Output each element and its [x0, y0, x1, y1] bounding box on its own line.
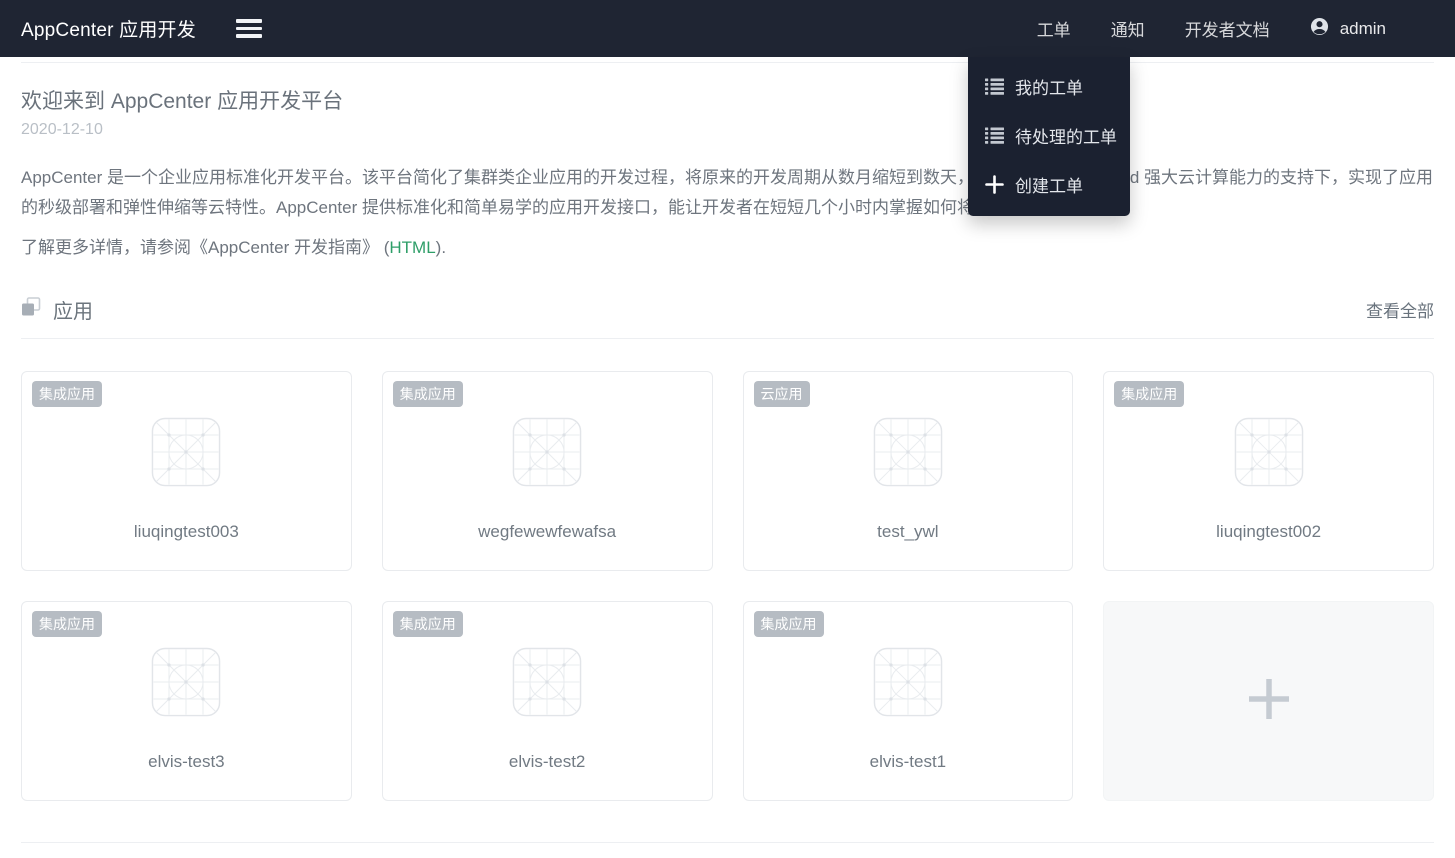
- brand-title[interactable]: AppCenter 应用开发: [21, 15, 196, 42]
- app-name: elvis-test2: [508, 752, 586, 771]
- navbar-right: 工单 通知 开发者文档 admin: [1037, 16, 1386, 41]
- bottom-divider: [21, 842, 1434, 843]
- dropdown-item-label: 创建工单: [1015, 177, 1083, 196]
- app-card[interactable]: 集成应用 elvis-test3: [21, 601, 352, 801]
- apps-section-header: 应用 查看全部: [21, 295, 1434, 324]
- welcome-paragraph: AppCenter 是一个企业应用标准化开发平台。该平台简化了集群类企业应用的开…: [21, 168, 1434, 217]
- app-placeholder-icon: [512, 417, 582, 492]
- user-menu[interactable]: admin: [1310, 17, 1386, 41]
- app-card[interactable]: 集成应用 elvis-test2: [381, 601, 713, 801]
- add-plus-icon: [1248, 678, 1290, 725]
- app-name: elvis-test3: [148, 752, 225, 771]
- app-name: liuqingtest002: [1216, 522, 1322, 541]
- app-placeholder-icon: [1234, 417, 1304, 492]
- nav-item-notifications[interactable]: 通知: [1111, 16, 1145, 41]
- user-circle-icon: [1310, 17, 1329, 41]
- app-type-badge: 集成应用: [32, 611, 102, 637]
- navbar: AppCenter 应用开发 工单 通知 开发者文档 admin: [0, 0, 1455, 57]
- dropdown-item-label: 我的工单: [1015, 79, 1083, 98]
- app-card[interactable]: 集成应用 wegfewewfewafsa: [381, 371, 713, 571]
- dropdown-item-my-work-orders[interactable]: 我的工单: [968, 62, 1130, 111]
- app-placeholder-icon: [873, 417, 943, 492]
- app-type-badge: 集成应用: [753, 611, 824, 637]
- list-icon: [985, 127, 1004, 144]
- app-name: elvis-test1: [869, 752, 947, 771]
- dropdown-item-pending-work-orders[interactable]: 待处理的工单: [968, 111, 1130, 160]
- app-type-badge: 云应用: [753, 381, 810, 407]
- list-icon: [985, 78, 1004, 95]
- app-card[interactable]: 集成应用 liuqingtest002: [1103, 371, 1434, 571]
- app-placeholder-icon: [873, 647, 943, 722]
- app-grid: 集成应用 liuqingtest003 集成应用 wegfewewfewafsa…: [21, 371, 1434, 801]
- welcome-date: 2020-12-10: [21, 121, 103, 138]
- main-content: 欢迎来到 AppCenter 应用开发平台 2020-12-10 AppCent…: [0, 62, 1455, 843]
- learn-more-prefix: 了解更多详情，请参阅《AppCenter 开发指南》 (: [21, 238, 390, 257]
- work-order-dropdown: 我的工单 待处理的工单 创建工单: [968, 57, 1130, 216]
- app-name: wegfewewfewafsa: [478, 522, 617, 541]
- view-all-link[interactable]: 查看全部: [1366, 297, 1434, 322]
- app-type-badge: 集成应用: [1114, 381, 1185, 407]
- app-placeholder-icon: [151, 647, 221, 722]
- dropdown-item-create-work-order[interactable]: 创建工单: [968, 160, 1130, 209]
- app-type-badge: 集成应用: [392, 381, 463, 407]
- username: admin: [1339, 18, 1386, 38]
- app-placeholder-icon: [151, 417, 221, 492]
- learn-more-suffix: ).: [435, 238, 447, 257]
- apps-section-title: 应用: [53, 301, 93, 323]
- apps-icon: [21, 297, 41, 322]
- add-app-card[interactable]: [1103, 601, 1434, 801]
- dropdown-item-label: 待处理的工单: [1015, 128, 1117, 147]
- plus-icon: [985, 175, 1004, 194]
- welcome-title: 欢迎来到 AppCenter 应用开发平台: [21, 90, 344, 113]
- html-guide-link[interactable]: HTML: [389, 238, 435, 257]
- app-type-badge: 集成应用: [32, 381, 102, 407]
- app-card[interactable]: 集成应用 liuqingtest003: [21, 371, 352, 571]
- app-name: test_ywl: [877, 522, 939, 541]
- learn-more-line: 了解更多详情，请参阅《AppCenter 开发指南》 (HTML).: [21, 233, 1434, 263]
- app-card[interactable]: 集成应用 elvis-test1: [742, 601, 1074, 801]
- app-card[interactable]: 云应用 test_ywl: [742, 371, 1074, 571]
- nav-item-work-orders[interactable]: 工单: [1037, 16, 1071, 41]
- app-type-badge: 集成应用: [392, 611, 463, 637]
- hamburger-menu-icon[interactable]: [234, 15, 264, 42]
- app-placeholder-icon: [512, 647, 582, 722]
- app-name: liuqingtest003: [133, 522, 239, 541]
- top-divider: [21, 62, 1434, 63]
- apps-divider: [21, 338, 1434, 339]
- nav-item-developer-docs[interactable]: 开发者文档: [1185, 16, 1270, 41]
